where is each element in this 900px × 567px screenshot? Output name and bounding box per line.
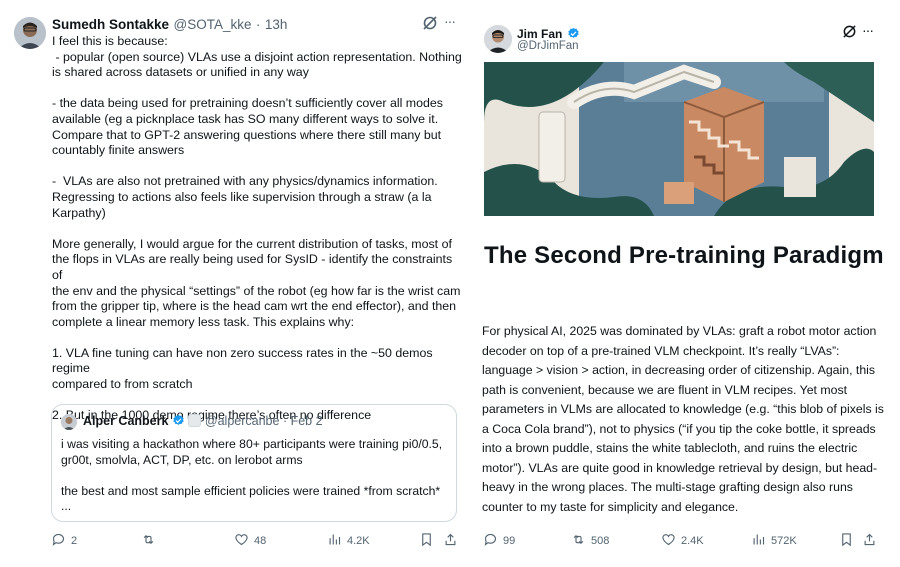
views-button[interactable]: 4.2K xyxy=(327,532,370,550)
like-count: 2.4K xyxy=(681,535,704,547)
more-icon[interactable]: ··· xyxy=(862,22,874,38)
tweet-text: I feel this is because: - popular (open … xyxy=(52,34,462,423)
share-icon xyxy=(862,532,877,550)
quote-date: · Feb 2 xyxy=(282,414,323,428)
grok-icon[interactable] xyxy=(842,24,857,43)
left-post: Sumedh Sontakke @SOTA_kke · 13h ··· I fe… xyxy=(0,0,470,567)
more-icon[interactable]: ··· xyxy=(444,13,456,29)
author-avatar[interactable] xyxy=(14,17,46,49)
retweet-icon xyxy=(141,532,156,550)
reply-count: 2 xyxy=(71,535,78,547)
views-icon xyxy=(751,532,766,550)
like-icon xyxy=(234,532,249,550)
retweet-button[interactable] xyxy=(141,532,161,550)
retweet-count: 508 xyxy=(591,535,610,547)
bookmark-button[interactable] xyxy=(419,532,434,550)
verified-badge-icon xyxy=(172,414,185,428)
reply-icon xyxy=(483,532,498,550)
quote-text: i was visiting a hackathon where 80+ par… xyxy=(61,437,443,514)
author-name[interactable]: Sumedh Sontakke xyxy=(52,17,169,32)
author-name[interactable]: Jim Fan xyxy=(517,27,562,41)
separator-dot: · xyxy=(255,17,261,32)
like-icon xyxy=(661,532,676,550)
post-time[interactable]: 13h xyxy=(265,17,288,32)
like-button[interactable]: 2.4K xyxy=(661,532,704,550)
right-post: Jim Fan @DrJimFan ··· The Second Pre-tra… xyxy=(470,0,900,567)
reply-count: 99 xyxy=(503,535,516,547)
bookmark-icon xyxy=(419,532,434,550)
author-handle[interactable]: @SOTA_kke xyxy=(173,17,251,32)
views-button[interactable]: 572K xyxy=(751,532,797,550)
action-bar: 2 48 4.2K xyxy=(51,532,461,552)
views-count: 4.2K xyxy=(347,535,370,547)
grok-icon[interactable] xyxy=(422,15,438,35)
quoted-tweet[interactable]: Alper Canberk @alpercanbe · Feb 2 i was … xyxy=(51,404,457,522)
views-count: 572K xyxy=(771,535,797,547)
quote-author-avatar xyxy=(61,414,77,430)
quote-author-name: Alper Canberk xyxy=(83,414,169,428)
quote-affiliate-avatar xyxy=(188,414,202,427)
reply-button[interactable]: 2 xyxy=(51,532,77,550)
quote-author-line: Alper Canberk @alpercanbe · Feb 2 xyxy=(83,414,323,428)
article-cover-image[interactable] xyxy=(484,62,874,216)
retweet-icon xyxy=(571,532,586,550)
like-count: 48 xyxy=(254,535,267,547)
article-body: For physical AI, 2025 was dominated by V… xyxy=(482,324,884,514)
bookmark-icon xyxy=(839,532,854,550)
retweet-button[interactable]: 508 xyxy=(571,532,609,550)
action-bar: 99 508 2.4K 572K xyxy=(483,532,893,552)
share-button[interactable] xyxy=(862,532,877,550)
author-line: Sumedh Sontakke @SOTA_kke · 13h xyxy=(52,16,287,34)
share-icon xyxy=(443,532,458,550)
reply-icon xyxy=(51,532,66,550)
reply-button[interactable]: 99 xyxy=(483,532,515,550)
author-avatar[interactable] xyxy=(484,25,512,53)
share-button[interactable] xyxy=(443,532,458,550)
article-title[interactable]: The Second Pre-training Paradigm xyxy=(484,241,884,271)
bookmark-button[interactable] xyxy=(839,532,854,550)
views-icon xyxy=(327,532,342,550)
author-handle[interactable]: @DrJimFan xyxy=(517,40,579,52)
like-button[interactable]: 48 xyxy=(234,532,266,550)
quote-author-handle: @alpercanbe xyxy=(204,414,280,428)
